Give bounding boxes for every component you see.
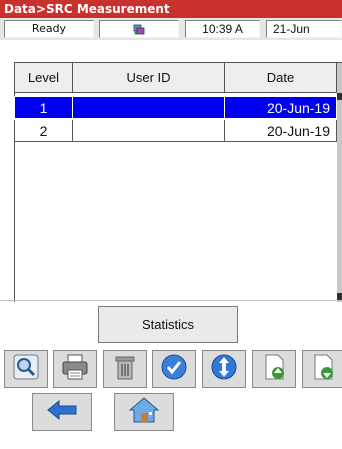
cell-level: 1	[15, 97, 73, 119]
delete-button[interactable]	[103, 350, 147, 388]
statistics-button[interactable]: Statistics	[98, 306, 238, 343]
cell-user-id	[73, 120, 225, 142]
status-time: 10:39 A	[185, 20, 260, 38]
cell-level: 2	[15, 120, 73, 142]
column-header-date[interactable]: Date	[225, 63, 337, 92]
back-arrow-icon	[46, 399, 78, 426]
divider	[0, 300, 342, 301]
import-button[interactable]	[302, 350, 342, 388]
scroll-down-arrow[interactable]	[337, 293, 342, 300]
status-bar: Ready 10:39 A 21-Jun	[0, 18, 342, 40]
network-status-icon	[99, 20, 179, 38]
home-button[interactable]	[114, 393, 174, 431]
export-button[interactable]	[252, 350, 296, 388]
zoom-icon	[11, 352, 41, 387]
window-title: Data>SRC Measurement	[0, 0, 342, 18]
scroll-up-arrow[interactable]	[337, 93, 342, 100]
printer-icon	[60, 352, 90, 387]
home-icon	[128, 396, 160, 429]
table-row[interactable]: 1 20-Jun-19	[14, 96, 338, 120]
cell-user-id	[73, 97, 225, 119]
column-header-level[interactable]: Level	[15, 63, 73, 92]
cell-date: 20-Jun-19	[225, 97, 337, 119]
check-icon	[159, 352, 189, 387]
import-down-icon	[308, 352, 338, 387]
status-date: 21-Jun	[266, 20, 342, 38]
sort-updown-icon	[209, 352, 239, 387]
table-scrollbar[interactable]	[337, 63, 342, 302]
zoom-button[interactable]	[4, 350, 48, 388]
sort-button[interactable]	[202, 350, 246, 388]
trash-icon	[110, 352, 140, 387]
print-button[interactable]	[53, 350, 97, 388]
confirm-button[interactable]	[152, 350, 196, 388]
column-header-user-id[interactable]: User ID	[73, 63, 225, 92]
export-up-icon	[259, 352, 289, 387]
status-ready: Ready	[4, 20, 94, 38]
table-header: Level User ID Date	[15, 63, 337, 93]
measurement-table: Level User ID Date 1 20-Jun-19 2 20-Jun-…	[14, 62, 342, 302]
cell-date: 20-Jun-19	[225, 120, 337, 142]
back-button[interactable]	[32, 393, 92, 431]
table-row[interactable]: 2 20-Jun-19	[15, 120, 337, 142]
